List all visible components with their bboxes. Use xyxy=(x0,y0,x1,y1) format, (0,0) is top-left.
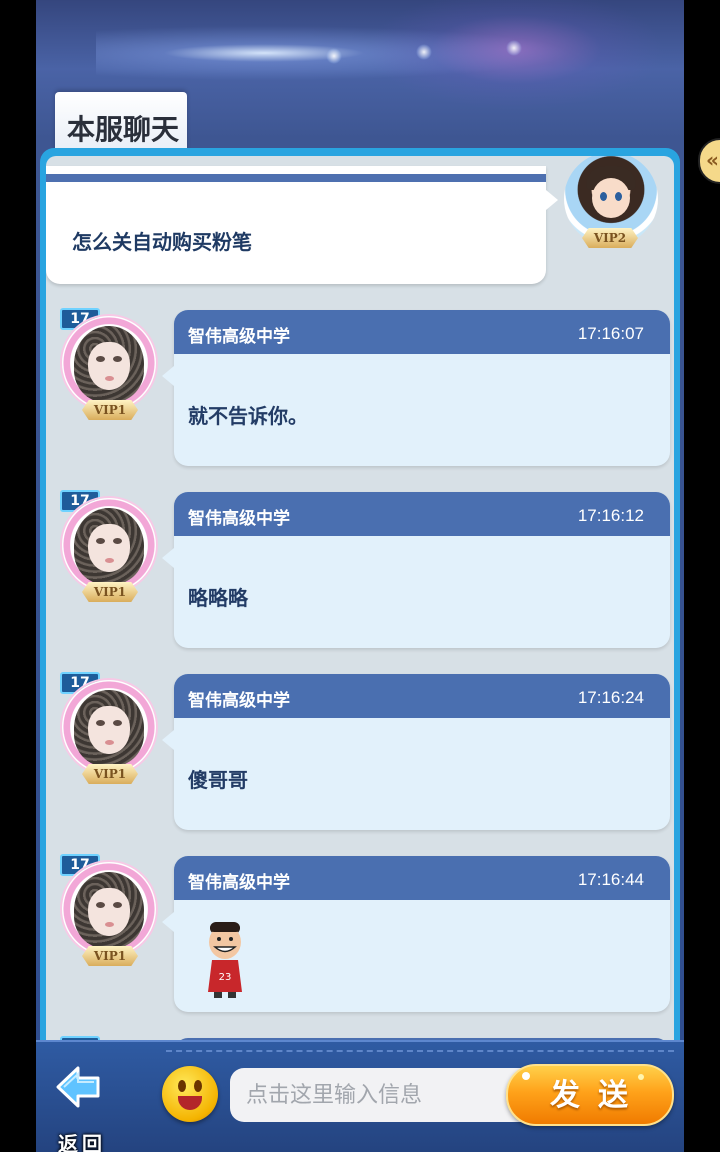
vip-badge: VIP2 xyxy=(582,228,638,248)
message-text: 怎么关自动购买粉笔 xyxy=(72,230,252,254)
message-text: 傻哥哥 xyxy=(188,768,248,792)
own-message-bubble: 怎么关自动购买粉笔 xyxy=(46,166,558,284)
vip-badge: VIP1 xyxy=(82,582,138,602)
message-bubble: 智伟高级中学 17:16:24 傻哥哥 xyxy=(162,674,670,830)
chat-message-row: 17 VIP1 智伟高级中学 17:16:44 23 xyxy=(46,854,674,1014)
message-bubble: 智伟高级中学 17:16:07 就不告诉你。 xyxy=(162,310,670,466)
timestamp: 17:16:07 xyxy=(577,324,644,343)
chat-input[interactable] xyxy=(230,1068,540,1122)
svg-text:23: 23 xyxy=(219,972,232,983)
vip-badge: VIP1 xyxy=(82,764,138,784)
bubble-header: 智伟高级中学 17:16:07 xyxy=(174,310,670,354)
message-list[interactable]: 怎么关自动购买粉笔 VIP2 17 VIP1 智伟高级中学 17:16:07 就… xyxy=(46,156,674,1078)
chat-message-row: 17 VIP1 智伟高级中学 17:16:24 傻哥哥 xyxy=(46,672,674,832)
sender-avatar[interactable] xyxy=(62,498,156,592)
vip-badge: VIP1 xyxy=(82,946,138,966)
timestamp: 17:16:12 xyxy=(577,506,644,525)
sender-avatar[interactable] xyxy=(62,316,156,410)
lens-flare xyxy=(326,48,342,64)
message-text: 就不告诉你。 xyxy=(188,404,308,428)
message-bubble: 智伟高级中学 17:16:44 23 xyxy=(162,856,670,1012)
yellow-smiley-icon xyxy=(178,1080,186,1092)
timestamp: 17:16:44 xyxy=(577,870,644,889)
sender-name: 智伟高级中学 xyxy=(188,327,290,347)
blue-arrow-left-icon xyxy=(56,1066,100,1108)
lens-flare xyxy=(416,44,432,60)
chat-message-row: 17 VIP1 智伟高级中学 17:16:07 就不告诉你。 xyxy=(46,308,674,468)
back-label: 返回 xyxy=(58,1132,106,1152)
double-chevron-left-icon[interactable]: « xyxy=(698,138,720,184)
sender-name: 智伟高级中学 xyxy=(188,509,290,529)
sender-avatar[interactable] xyxy=(62,862,156,956)
chat-tab[interactable]: 本服聊天 xyxy=(55,92,187,152)
back-button[interactable]: 返回 xyxy=(50,1060,114,1152)
input-bar: 返回 发送 xyxy=(36,1040,684,1152)
chat-panel: 怎么关自动购买粉笔 VIP2 17 VIP1 智伟高级中学 17:16:07 就… xyxy=(40,148,680,1078)
sender-name: 智伟高级中学 xyxy=(188,691,290,711)
bubble-header: 智伟高级中学 17:16:12 xyxy=(174,492,670,536)
smiling-boy-sticker-icon: 23 xyxy=(208,922,242,998)
lens-flare xyxy=(506,40,522,56)
message-text: 略略略 xyxy=(188,586,248,610)
send-button[interactable]: 发送 xyxy=(506,1064,674,1126)
bubble-header: 智伟高级中学 17:16:24 xyxy=(174,674,670,718)
emoji-button[interactable] xyxy=(162,1066,218,1122)
sender-avatar[interactable] xyxy=(62,680,156,774)
chat-screen: 本服聊天 怎么关自动购买粉笔 VIP2 17 VIP1 智伟高级中学 17:16… xyxy=(36,0,684,1152)
page-title: 本服聊天 xyxy=(67,113,180,146)
timestamp: 17:16:24 xyxy=(577,688,644,707)
bubble-header: 智伟高级中学 17:16:44 xyxy=(174,856,670,900)
bubble-header-strip xyxy=(46,174,546,182)
message-bubble: 智伟高级中学 17:16:12 略略略 xyxy=(162,492,670,648)
chat-message-row: 17 VIP1 智伟高级中学 17:16:12 略略略 xyxy=(46,490,674,650)
vip-badge: VIP1 xyxy=(82,400,138,420)
sender-name: 智伟高级中学 xyxy=(188,873,290,893)
